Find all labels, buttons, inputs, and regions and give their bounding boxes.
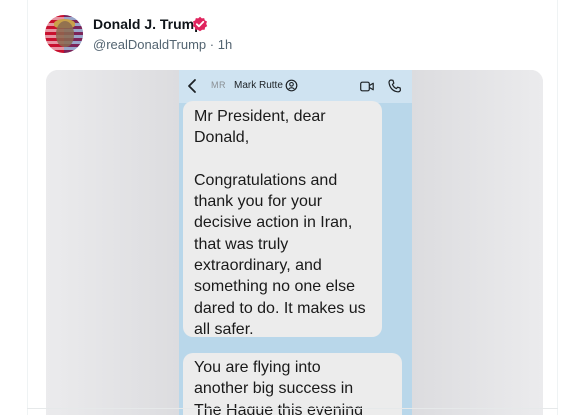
separator-dot: · — [209, 37, 215, 52]
chat-header: MR Mark Rutte — [179, 70, 412, 103]
handle-timestamp: @realDonaldTrump · 1h — [93, 37, 232, 52]
message-text: You are flying into another big success … — [194, 359, 363, 415]
media-blur-right — [412, 70, 543, 415]
video-call-icon — [360, 81, 374, 92]
phone-call-icon — [388, 79, 401, 93]
media-blur-left — [46, 70, 179, 415]
author-handle[interactable]: @realDonaldTrump — [93, 37, 206, 52]
post-time[interactable]: 1h — [218, 37, 232, 52]
chat-screenshot: MR Mark Rutte Mr President, dear Donald,… — [179, 70, 412, 415]
contact-name: Mark Rutte — [234, 80, 283, 91]
right-divider — [557, 0, 558, 415]
post-page: Donald J. Trump @realDonaldTrump · 1h MR… — [0, 0, 584, 415]
post-media[interactable]: MR Mark Rutte Mr President, dear Donald,… — [46, 70, 543, 415]
bottom-divider — [27, 408, 558, 409]
avatar-face — [56, 21, 74, 47]
contact-initials: MR — [211, 80, 226, 90]
author-name[interactable]: Donald J. Trump — [93, 16, 203, 32]
verified-badge-icon — [192, 16, 208, 32]
chevron-left-icon — [188, 79, 196, 93]
message-text: Mr President, dear Donald, Congratulatio… — [194, 108, 366, 338]
avatar[interactable] — [45, 15, 83, 53]
left-divider — [27, 0, 28, 415]
contact-badge-icon — [285, 79, 298, 92]
